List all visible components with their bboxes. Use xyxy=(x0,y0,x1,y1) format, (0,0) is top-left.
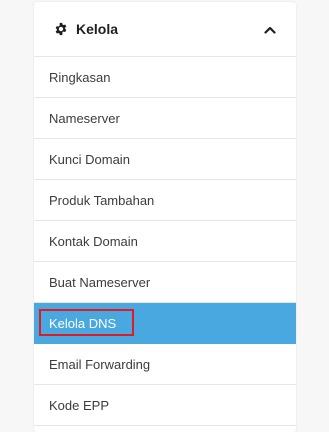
menu-item-label: Kode EPP xyxy=(49,397,109,413)
panel-header-toggle[interactable]: Kelola xyxy=(34,2,296,57)
panel-title: Kelola xyxy=(76,21,119,37)
menu-item-label: Ringkasan xyxy=(49,69,111,85)
menu-item-label: Kelola DNS xyxy=(49,315,117,331)
menu-item-kelola-dns[interactable]: Kelola DNS xyxy=(34,303,296,344)
gear-icon xyxy=(54,22,68,36)
menu-item-label: Kontak Domain xyxy=(49,233,138,249)
menu-item-kontak-domain[interactable]: Kontak Domain xyxy=(34,221,296,262)
menu-item-buat-nameserver[interactable]: Buat Nameserver xyxy=(34,262,296,303)
menu-item-label: Kunci Domain xyxy=(49,151,130,167)
menu-item-label: Buat Nameserver xyxy=(49,274,151,290)
menu-item-produk-tambahan[interactable]: Produk Tambahan xyxy=(34,180,296,221)
menu-item-label: Nameserver xyxy=(49,110,120,126)
menu-item-kode-epp[interactable]: Kode EPP xyxy=(34,385,296,426)
manage-panel: Kelola Ringkasan Nameserver Kunci Domain… xyxy=(34,2,296,432)
menu-item-nameserver[interactable]: Nameserver xyxy=(34,98,296,139)
menu-item-label: Email Forwarding xyxy=(49,356,151,372)
panel-header-left: Kelola xyxy=(54,21,118,37)
manage-menu-list: Ringkasan Nameserver Kunci Domain Produk… xyxy=(34,57,296,426)
menu-item-email-forwarding[interactable]: Email Forwarding xyxy=(34,344,296,385)
menu-item-ringkasan[interactable]: Ringkasan xyxy=(34,57,296,98)
menu-item-kunci-domain[interactable]: Kunci Domain xyxy=(34,139,296,180)
chevron-up-icon[interactable] xyxy=(264,23,276,35)
menu-item-label: Produk Tambahan xyxy=(49,192,155,208)
